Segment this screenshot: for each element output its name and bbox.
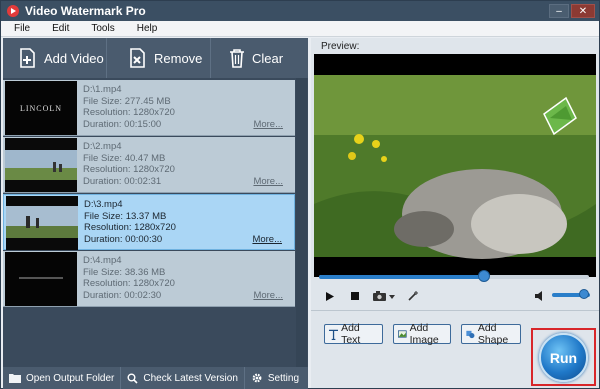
app-window: Video Watermark Pro – ✕ File Edit Tools …	[0, 0, 600, 389]
add-video-label: Add Video	[44, 50, 104, 66]
check-latest-version-button[interactable]: Check Latest Version	[121, 367, 245, 389]
video-info: D:\4.mp4 File Size: 38.36 MB Resolution:…	[83, 255, 175, 301]
video-list-panel: Add Video Remove Clear LINCOLN D:\1.mp4 …	[3, 38, 308, 388]
clear-label: Clear	[252, 50, 284, 66]
add-shape-label: Add Shape	[477, 322, 509, 346]
file-resolution: Resolution: 1280x720	[83, 107, 175, 119]
file-name: D:\1.mp4	[83, 84, 122, 95]
window-title: Video Watermark Pro	[25, 4, 146, 18]
playback-progress-fill	[319, 275, 484, 279]
video-info: D:\1.mp4 File Size: 277.45 MB Resolution…	[83, 84, 175, 130]
video-info: D:\2.mp4 File Size: 40.47 MB Resolution:…	[83, 141, 175, 187]
volume-icon[interactable]	[535, 291, 546, 301]
shape-icon	[466, 330, 475, 338]
menu-tools[interactable]: Tools	[91, 23, 114, 34]
add-video-button[interactable]: Add Video	[3, 38, 107, 78]
video-thumbnail: LINCOLN	[5, 81, 77, 135]
add-image-button[interactable]: Add Image	[393, 322, 451, 346]
list-scrollbar[interactable]	[296, 78, 307, 384]
video-preview[interactable]	[314, 54, 596, 277]
trash-icon	[230, 49, 244, 68]
run-button[interactable]: Run	[539, 333, 588, 382]
app-logo-icon	[6, 4, 20, 18]
divider	[311, 310, 599, 311]
file-size: File Size: 38.36 MB	[83, 266, 166, 278]
video-list-item[interactable]: LINCOLN D:\1.mp4 File Size: 277.45 MB Re…	[3, 80, 295, 136]
remove-label: Remove	[154, 50, 203, 66]
close-button[interactable]: ✕	[571, 4, 595, 18]
effects-button[interactable]	[402, 287, 424, 305]
file-duration: Duration: 00:02:31	[83, 175, 162, 187]
file-duration: Duration: 00:02:30	[83, 289, 162, 301]
add-image-label: Add Image	[409, 322, 439, 346]
file-size: File Size: 40.47 MB	[83, 152, 166, 164]
gear-icon	[252, 373, 262, 383]
video-thumbnail	[5, 138, 77, 192]
file-resolution: Resolution: 1280x720	[83, 164, 175, 176]
video-thumbnail	[5, 252, 77, 306]
menu-help[interactable]: Help	[137, 23, 158, 34]
playback-progress-slider[interactable]	[319, 270, 589, 282]
file-name: D:\3.mp4	[84, 199, 123, 210]
video-list-item-selected[interactable]: D:\3.mp4 File Size: 13.37 MB Resolution:…	[3, 194, 295, 250]
open-output-folder-label: Open Output Folder	[26, 372, 115, 384]
video-list: LINCOLN D:\1.mp4 File Size: 277.45 MB Re…	[3, 78, 296, 384]
file-resolution: Resolution: 1280x720	[83, 278, 175, 290]
add-text-label: Add Text	[341, 322, 361, 346]
setting-label: Setting	[267, 372, 300, 384]
video-list-item[interactable]: D:\4.mp4 File Size: 38.36 MB Resolution:…	[3, 251, 295, 307]
camera-icon	[373, 291, 395, 301]
remove-file-icon	[130, 48, 145, 68]
file-duration: Duration: 00:00:30	[84, 233, 163, 245]
preview-label: Preview:	[321, 41, 360, 52]
folder-icon	[9, 374, 21, 383]
list-toolbar: Add Video Remove Clear	[3, 38, 308, 78]
minimize-button[interactable]: –	[549, 4, 569, 18]
add-shape-button[interactable]: Add Shape	[461, 322, 521, 346]
remove-button[interactable]: Remove	[107, 38, 211, 78]
snapshot-button[interactable]	[369, 287, 399, 305]
play-button[interactable]	[319, 287, 341, 305]
more-link[interactable]: More...	[253, 290, 283, 301]
add-text-button[interactable]: Add Text	[324, 322, 383, 346]
text-icon	[329, 329, 339, 340]
more-link[interactable]: More...	[253, 176, 283, 187]
video-thumbnail	[6, 196, 78, 250]
video-info: D:\3.mp4 File Size: 13.37 MB Resolution:…	[84, 199, 176, 245]
menu-bar: File Edit Tools Help	[1, 21, 599, 37]
open-output-folder-button[interactable]: Open Output Folder	[3, 367, 122, 389]
stop-icon	[351, 292, 359, 300]
file-size: File Size: 13.37 MB	[84, 210, 167, 222]
setting-button[interactable]: Setting	[245, 367, 305, 389]
clear-button[interactable]: Clear	[211, 38, 308, 78]
file-name: D:\4.mp4	[83, 255, 122, 266]
title-bar: Video Watermark Pro – ✕	[1, 1, 599, 21]
run-highlight-frame: Run	[531, 328, 596, 386]
menu-edit[interactable]: Edit	[52, 23, 69, 34]
bottom-bar: Open Output Folder Check Latest Version …	[3, 367, 308, 389]
file-resolution: Resolution: 1280x720	[84, 222, 176, 234]
volume-slider-handle[interactable]	[579, 289, 590, 299]
video-list-item[interactable]: D:\2.mp4 File Size: 40.47 MB Resolution:…	[3, 137, 295, 193]
check-latest-version-label: Check Latest Version	[143, 372, 238, 384]
file-duration: Duration: 00:15:00	[83, 118, 162, 130]
playback-controls	[319, 287, 595, 305]
thumbnail-title-text: LINCOLN	[20, 104, 62, 113]
magic-wand-icon	[408, 291, 418, 301]
file-size: File Size: 277.45 MB	[83, 95, 171, 107]
search-icon	[127, 373, 138, 384]
volume-slider[interactable]	[552, 289, 590, 299]
more-link[interactable]: More...	[253, 119, 283, 130]
stop-button[interactable]	[344, 287, 366, 305]
more-link[interactable]: More...	[252, 234, 282, 245]
add-video-icon	[20, 48, 35, 68]
image-icon	[398, 330, 407, 338]
playback-slider-handle[interactable]	[477, 270, 490, 282]
preview-panel: Preview: Add Text Add Image Add Shape Ru…	[311, 38, 599, 388]
file-name: D:\2.mp4	[83, 141, 122, 152]
play-icon	[326, 291, 334, 301]
menu-file[interactable]: File	[14, 23, 30, 34]
